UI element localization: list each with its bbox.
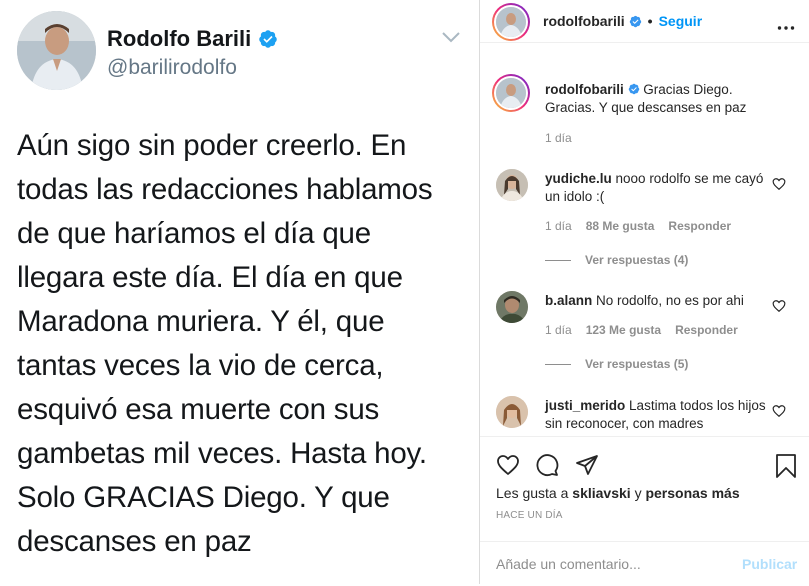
comment-bubble-icon[interactable]	[534, 453, 560, 482]
tweet-line: de que haríamos el día que	[17, 217, 371, 250]
view-replies-label[interactable]: Ver respuestas (5)	[585, 357, 688, 371]
like-heart-icon[interactable]	[495, 453, 521, 482]
comment-username[interactable]: yudiche.lu	[545, 171, 612, 186]
add-comment-bar: Añade un comentario... Publicar	[480, 541, 809, 586]
header-username[interactable]: rodolfobarili	[543, 13, 625, 29]
tweet-line: Solo GRACIAS Diego. Y que	[17, 481, 390, 514]
verified-badge-icon	[628, 83, 639, 95]
tweet-line: tantas veces la vio de cerca,	[17, 349, 384, 382]
comment-meta: 1 día 88 Me gusta Responder	[545, 219, 731, 233]
tweet-line: descanses en paz	[17, 525, 252, 558]
tweet-line: esquivó esa muerte con sus	[17, 393, 380, 426]
likes-user-link[interactable]: skliavski	[572, 485, 630, 501]
comment-meta: 1 día 123 Me gusta Responder	[545, 323, 738, 337]
tweet-author-name-text[interactable]: Rodolfo Barili	[107, 26, 251, 52]
caption-time[interactable]: 1 día	[545, 131, 572, 145]
comment-avatar[interactable]	[496, 396, 528, 428]
header-user: rodolfobarili • Seguir	[543, 13, 702, 29]
save-bookmark-icon[interactable]	[775, 453, 797, 484]
like-comment-heart-icon[interactable]	[772, 404, 786, 418]
chevron-down-icon[interactable]	[441, 30, 461, 49]
tweet-line: llegara este día. El día en que	[17, 261, 403, 294]
separator-dot: •	[647, 13, 653, 29]
tweet-avatar[interactable]	[17, 11, 96, 90]
comment-avatar[interactable]	[496, 291, 528, 323]
tweet-line: todas las redacciones hablamos	[17, 173, 433, 206]
like-comment-heart-icon[interactable]	[772, 177, 786, 191]
more-options-icon[interactable]	[777, 18, 795, 30]
likes-prefix: Les gusta a	[496, 485, 569, 501]
reply-button[interactable]: Responder	[675, 323, 738, 337]
comment-avatar[interactable]	[496, 169, 528, 201]
comment-likes[interactable]: 123 Me gusta	[586, 323, 661, 337]
comment-likes[interactable]: 88 Me gusta	[586, 219, 655, 233]
likes-summary: Les gusta a skliavski y personas más	[496, 485, 740, 501]
replies-line	[545, 259, 571, 261]
comment-input[interactable]: Añade un comentario...	[496, 556, 641, 572]
tweet-line: Maradona muriera. Y él, que	[17, 305, 385, 338]
tweet-line: Aún sigo sin poder creerlo. En	[17, 129, 407, 162]
tweet-panel: Rodolfo Barili @barilirodolfo Aún sigo s…	[0, 0, 479, 584]
post-date[interactable]: HACE UN DÍA	[496, 510, 563, 521]
view-replies-label[interactable]: Ver respuestas (4)	[585, 253, 688, 267]
comment-body: No rodolfo, no es por ahi	[596, 293, 744, 308]
verified-badge-icon	[259, 30, 277, 48]
instagram-panel: rodolfobarili • Seguir rodolfobarili Gra…	[480, 0, 809, 584]
comment-username[interactable]: justi_merido	[545, 398, 625, 413]
like-comment-heart-icon[interactable]	[772, 299, 786, 313]
tweet-line: gambetas mil veces. Hasta hoy.	[17, 437, 427, 470]
caption-text: rodolfobarili Gracias Diego. Gracias. Y …	[545, 81, 780, 117]
comment-time[interactable]: 1 día	[545, 323, 572, 337]
comment-username[interactable]: b.alann	[545, 293, 592, 308]
view-replies-button[interactable]: Ver respuestas (5)	[545, 357, 688, 371]
publish-button[interactable]: Publicar	[742, 556, 797, 572]
comment-text: b.alann No rodolfo, no es por ahi	[545, 292, 775, 310]
header-avatar[interactable]	[492, 3, 530, 41]
caption-avatar[interactable]	[492, 74, 530, 112]
tweet-author-name[interactable]: Rodolfo Barili	[107, 26, 278, 52]
view-replies-button[interactable]: Ver respuestas (4)	[545, 253, 688, 267]
comment-clip: justi_merido Lastima todos los hijos sin…	[480, 390, 809, 436]
comment-text: justi_merido Lastima todos los hijos sin…	[545, 397, 775, 433]
post-header: rodolfobarili • Seguir	[480, 0, 809, 43]
verified-badge-icon	[629, 15, 641, 27]
share-paper-plane-icon[interactable]	[574, 453, 600, 482]
likes-more-link[interactable]: personas más	[645, 485, 739, 501]
tweet-author-handle[interactable]: @barilirodolfo	[107, 56, 237, 80]
tweet-text: Aún sigo sin poder creerlo. En todas las…	[17, 124, 467, 564]
follow-button[interactable]: Seguir	[659, 13, 703, 29]
caption-username[interactable]: rodolfobarili	[545, 82, 624, 97]
likes-conj: y	[634, 485, 642, 501]
comment-time[interactable]: 1 día	[545, 219, 572, 233]
reply-button[interactable]: Responder	[668, 219, 731, 233]
post-actions: Les gusta a skliavski y personas más HAC…	[480, 436, 809, 585]
comment-text: yudiche.lu nooo rodolfo se me cayó un id…	[545, 170, 775, 206]
replies-line	[545, 363, 571, 365]
